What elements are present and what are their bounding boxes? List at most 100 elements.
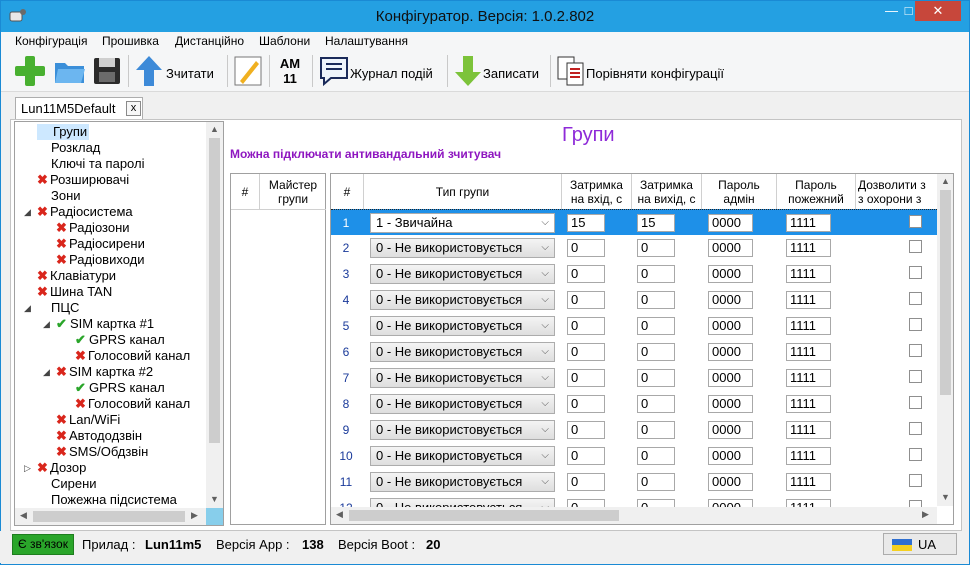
exit-delay-input[interactable]: 0 — [637, 421, 675, 439]
tree-expanded-arrow-icon[interactable]: ◢ — [24, 207, 31, 218]
tree-collapsed-arrow-icon[interactable]: ▷ — [24, 463, 31, 474]
table-row[interactable]: 50 - Не використовується ⌵ 0 0 0000 1111 — [331, 313, 937, 339]
table-row[interactable]: 20 - Не використовується ⌵ 0 0 0000 1111 — [331, 235, 937, 261]
scroll-up-arrow-icon[interactable]: ▲ — [941, 176, 950, 186]
allow-disarm-checkbox[interactable] — [909, 240, 922, 253]
allow-disarm-checkbox[interactable] — [909, 448, 922, 461]
open-folder-icon[interactable] — [53, 53, 87, 89]
tree-item[interactable]: ✖ Радіозони — [56, 220, 130, 236]
language-selector[interactable]: UA — [883, 533, 957, 555]
allow-disarm-checkbox[interactable] — [909, 474, 922, 487]
tree-vertical-scrollbar[interactable]: ▲ ▼ — [206, 122, 223, 508]
group-type-dropdown[interactable]: 0 - Не використовується ⌵ — [370, 316, 555, 336]
admin-password-input[interactable]: 0000 — [708, 447, 753, 465]
exit-delay-input[interactable]: 0 — [637, 265, 675, 283]
tree-item[interactable]: ✖ Шина TAN — [37, 284, 112, 300]
table-row[interactable]: 1 1 - Звичайна ⌵ 15 15 0000 1111 — [331, 209, 937, 235]
menu-settings[interactable]: Налаштування — [325, 34, 408, 48]
am-button[interactable]: AM 11 — [273, 54, 307, 88]
menu-firmware[interactable]: Прошивка — [102, 34, 159, 48]
document-tab[interactable]: Lun11M5Default x — [15, 97, 143, 120]
fire-password-input[interactable]: 1111 — [786, 395, 831, 413]
fire-password-input[interactable]: 1111 — [786, 214, 831, 232]
scroll-right-arrow-icon[interactable]: ▶ — [922, 509, 929, 520]
allow-disarm-checkbox[interactable] — [909, 370, 922, 383]
grid-vscroll-thumb[interactable] — [940, 190, 951, 395]
edit-pencil-icon[interactable] — [232, 53, 264, 89]
scroll-down-arrow-icon[interactable]: ▼ — [941, 492, 950, 502]
entry-delay-input[interactable]: 0 — [567, 291, 605, 309]
admin-password-input[interactable]: 0000 — [708, 421, 753, 439]
admin-password-input[interactable]: 0000 — [708, 214, 753, 232]
admin-password-input[interactable]: 0000 — [708, 239, 753, 257]
grid-horizontal-scrollbar[interactable]: ◀ ▶ — [331, 507, 937, 524]
tree-item[interactable]: Ключі та паролі — [37, 156, 144, 172]
tree-item[interactable]: ✖ SMS/Обдзвін — [56, 444, 148, 460]
new-icon[interactable] — [13, 53, 47, 89]
tree-expanded-arrow-icon[interactable]: ◢ — [43, 367, 50, 378]
tree-horizontal-scrollbar[interactable]: ◀ ▶ — [15, 508, 206, 525]
group-type-dropdown[interactable]: 0 - Не використовується ⌵ — [370, 368, 555, 388]
fire-password-input[interactable]: 1111 — [786, 265, 831, 283]
tree-scroll-up-icon[interactable]: ▲ — [210, 124, 219, 134]
table-row[interactable]: 60 - Не використовується ⌵ 0 0 0000 1111 — [331, 339, 937, 365]
tree-item[interactable]: Розклад — [37, 140, 100, 156]
exit-delay-input[interactable]: 0 — [637, 239, 675, 257]
entry-delay-input[interactable]: 0 — [567, 343, 605, 361]
close-tab-button[interactable]: x — [126, 101, 141, 116]
tree-item[interactable]: ✖ Голосовий канал — [75, 348, 190, 364]
tree-item[interactable]: ✖ Радіовиходи — [56, 252, 145, 268]
tree-item[interactable]: ✖ Розширювачі — [37, 172, 129, 188]
admin-password-input[interactable]: 0000 — [708, 291, 753, 309]
tree-item[interactable]: ПЦС — [37, 300, 79, 316]
tree-item[interactable]: Групи — [37, 124, 90, 140]
allow-disarm-checkbox[interactable] — [909, 396, 922, 409]
tree-vscroll-thumb[interactable] — [209, 138, 220, 443]
group-type-dropdown[interactable]: 0 - Не використовується ⌵ — [370, 420, 555, 440]
table-row[interactable]: 30 - Не використовується ⌵ 0 0 0000 1111 — [331, 261, 937, 287]
admin-password-input[interactable]: 0000 — [708, 265, 753, 283]
tree-item[interactable]: ✖ SIM картка #2 — [56, 364, 153, 380]
entry-delay-input[interactable]: 0 — [567, 369, 605, 387]
entry-delay-input[interactable]: 0 — [567, 265, 605, 283]
exit-delay-input[interactable]: 0 — [637, 395, 675, 413]
fire-password-input[interactable]: 1111 — [786, 473, 831, 491]
fire-password-input[interactable]: 1111 — [786, 343, 831, 361]
admin-password-input[interactable]: 0000 — [708, 369, 753, 387]
exit-delay-input[interactable]: 15 — [637, 214, 675, 232]
entry-delay-input[interactable]: 0 — [567, 239, 605, 257]
allow-disarm-checkbox[interactable] — [909, 292, 922, 305]
entry-delay-input[interactable]: 15 — [567, 214, 605, 232]
tree-item[interactable]: Зони — [37, 188, 81, 204]
tree-hscroll-thumb[interactable] — [33, 511, 185, 522]
menu-remote[interactable]: Дистанційно — [175, 34, 244, 48]
grid-vertical-scrollbar[interactable]: ▲ ▼ — [937, 174, 953, 506]
scroll-left-arrow-icon[interactable]: ◀ — [336, 509, 343, 520]
table-row[interactable]: 80 - Не використовується ⌵ 0 0 0000 1111 — [331, 391, 937, 417]
exit-delay-input[interactable]: 0 — [637, 447, 675, 465]
admin-password-input[interactable]: 0000 — [708, 343, 753, 361]
table-row[interactable]: 70 - Не використовується ⌵ 0 0 0000 1111 — [331, 365, 937, 391]
tree-scroll-down-icon[interactable]: ▼ — [210, 494, 219, 504]
tree-item[interactable]: ✖ Автододзвін — [56, 428, 142, 444]
table-row[interactable]: 10 0 - Не використовується ⌵ 0 0 0000 1111 — [331, 443, 937, 469]
group-type-dropdown[interactable]: 0 - Не використовується ⌵ — [370, 394, 555, 414]
allow-disarm-checkbox[interactable] — [909, 266, 922, 279]
fire-password-input[interactable]: 1111 — [786, 369, 831, 387]
tree-item[interactable]: ✖ Клавіатури — [37, 268, 116, 284]
tree-item[interactable]: ✖ Lan/WiFi — [56, 412, 120, 428]
fire-password-input[interactable]: 1111 — [786, 317, 831, 335]
exit-delay-input[interactable]: 0 — [637, 369, 675, 387]
table-row[interactable]: 11 0 - Не використовується ⌵ 0 0 0000 1111 — [331, 469, 937, 495]
exit-delay-input[interactable]: 0 — [637, 291, 675, 309]
save-icon[interactable] — [91, 53, 123, 89]
menu-templates[interactable]: Шаблони — [259, 34, 310, 48]
group-type-dropdown[interactable]: 0 - Не використовується ⌵ — [370, 238, 555, 258]
exit-delay-input[interactable]: 0 — [637, 343, 675, 361]
allow-disarm-checkbox[interactable] — [909, 215, 922, 228]
group-type-dropdown[interactable]: 0 - Не використовується ⌵ — [370, 342, 555, 362]
fire-password-input[interactable]: 1111 — [786, 421, 831, 439]
tree-item[interactable]: ✔ GPRS канал — [75, 332, 165, 348]
close-window-button[interactable]: ✕ — [915, 1, 961, 21]
tree-item[interactable]: ✔ GPRS канал — [75, 380, 165, 396]
